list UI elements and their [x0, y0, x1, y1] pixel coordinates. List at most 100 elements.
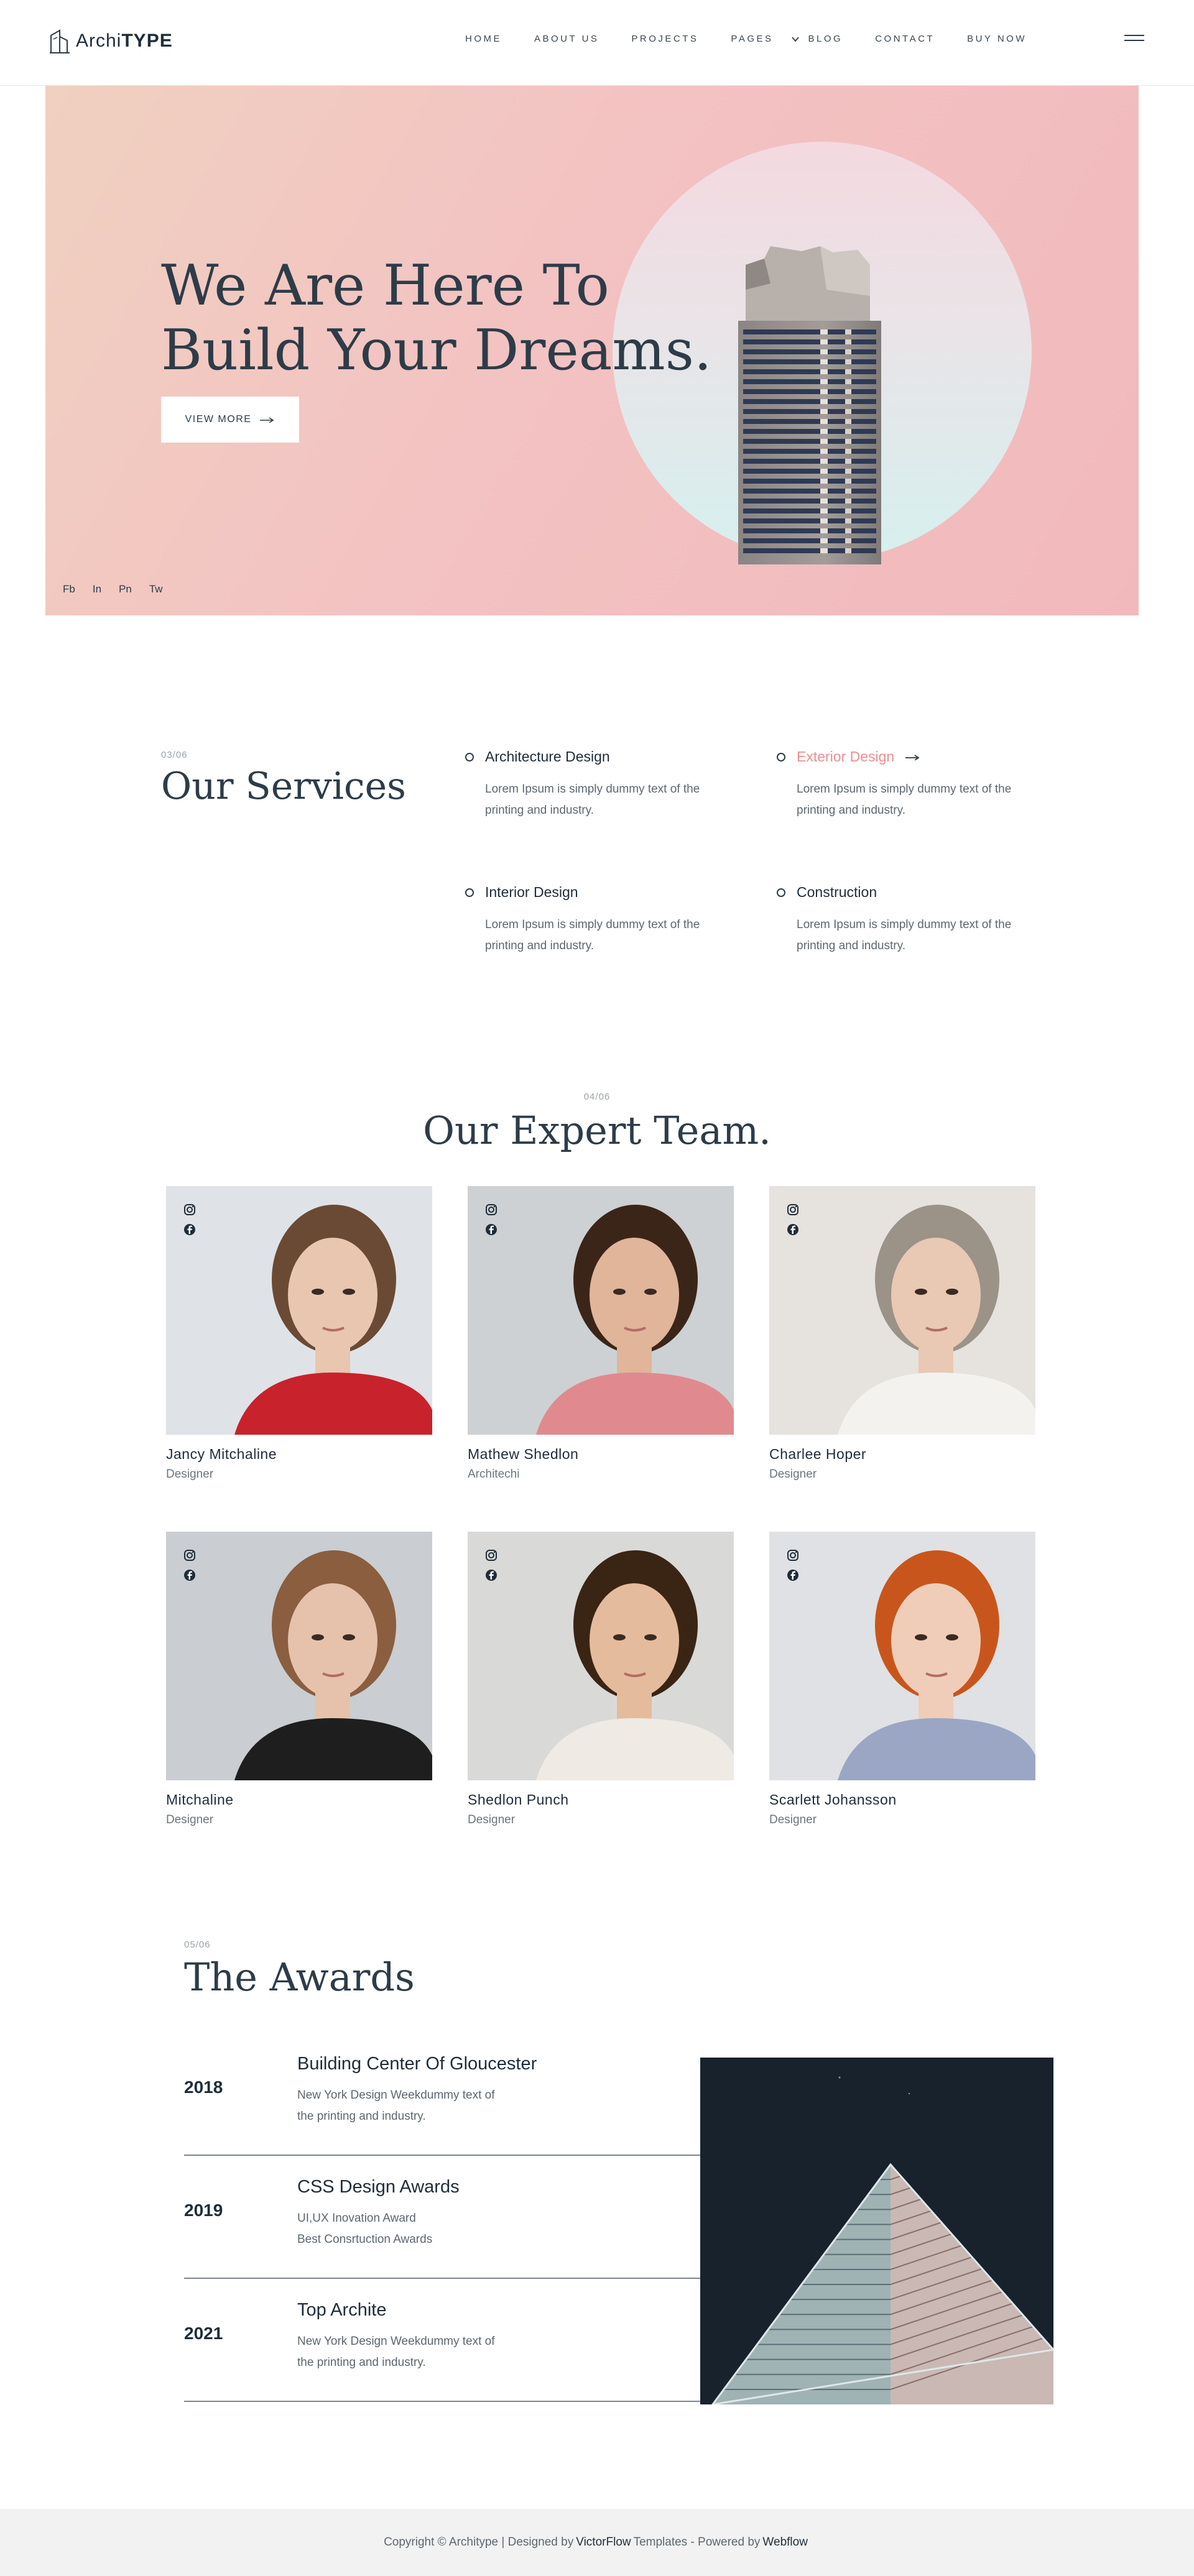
triangle-building-graphic: [711, 2076, 1053, 2404]
member-social-icons: [787, 1203, 799, 1243]
instagram-icon[interactable]: [183, 1549, 196, 1562]
award-row: 2018 Building Center Of Gloucester New Y…: [184, 2033, 700, 2156]
team-member-photo: [166, 1186, 432, 1435]
member-social-icons: [485, 1203, 497, 1243]
award-year: 2021: [184, 2324, 223, 2343]
team-member-role: Architechi: [468, 1468, 520, 1481]
team-member-card[interactable]: Shedlon Punch Designer: [468, 1532, 734, 1827]
social-link-in[interactable]: In: [93, 583, 101, 596]
service-title: Exterior Design: [797, 748, 895, 765]
facebook-icon[interactable]: [485, 1569, 497, 1581]
award-desc-line: New York Design Weekdummy text of: [297, 2089, 495, 2102]
awards-building-image: [700, 2058, 1053, 2404]
team-member-card[interactable]: Mathew Shedlon Architechi: [468, 1186, 734, 1481]
nav-projects[interactable]: PROJECTS: [631, 34, 698, 44]
view-more-label: VIEW MORE: [185, 414, 252, 425]
team-member-card[interactable]: Charlee Hoper Designer: [769, 1186, 1035, 1481]
service-title: Architecture Design: [485, 748, 610, 765]
menu-icon[interactable]: [1124, 35, 1144, 46]
chevron-down-icon: [791, 36, 799, 42]
hero-title: We Are Here To Build Your Dreams.: [161, 254, 721, 383]
logo[interactable]: ArchiTYPE: [49, 27, 173, 55]
team-member-card[interactable]: Mitchaline Designer: [166, 1532, 432, 1827]
team-member-photo: [468, 1532, 734, 1780]
hero-title-line-1: We Are Here To: [161, 253, 609, 318]
team-member-name: Shedlon Punch: [468, 1792, 569, 1808]
service-title: Construction: [797, 884, 877, 900]
logo-building-icon: [50, 29, 70, 53]
footer-copyright: Copyright © Architype | Designed by: [384, 2536, 574, 2549]
services-title: Our Services: [161, 765, 406, 808]
award-description: New York Design Weekdummy text of the pr…: [297, 2085, 495, 2127]
member-social-icons: [485, 1549, 497, 1589]
instagram-icon[interactable]: [183, 1203, 196, 1216]
team-member-photo: [166, 1532, 432, 1780]
award-name: Building Center Of Gloucester: [297, 2054, 537, 2074]
team-member-card[interactable]: Jancy Mitchaline Designer: [166, 1186, 432, 1481]
awards-title: The Awards: [184, 1954, 415, 2000]
team-member-role: Designer: [769, 1468, 817, 1481]
instagram-icon[interactable]: [485, 1203, 497, 1216]
team-member-photo: [468, 1186, 734, 1435]
hero-title-line-2: Build Your Dreams.: [161, 318, 712, 383]
service-item-active[interactable]: Exterior Design Lorem Ipsum is simply du…: [777, 748, 1038, 821]
team-member-role: Designer: [166, 1468, 214, 1481]
hero-section: We Are Here To Build Your Dreams. VIEW M…: [45, 86, 1139, 615]
service-description: Lorem Ipsum is simply dummy text of the …: [485, 918, 700, 952]
hero-building-image: [738, 246, 881, 564]
award-name: CSS Design Awards: [297, 2177, 460, 2197]
instagram-icon[interactable]: [787, 1203, 799, 1216]
facebook-icon[interactable]: [787, 1569, 799, 1581]
nav-pages[interactable]: PAGES: [731, 34, 799, 44]
member-social-icons: [787, 1549, 799, 1589]
nav-blog[interactable]: BLOG: [808, 34, 843, 44]
award-year: 2018: [184, 2077, 223, 2097]
view-more-button[interactable]: VIEW MORE: [161, 397, 299, 443]
circle-bullet-icon: [465, 752, 474, 761]
team-member-name: Jancy Mitchaline: [166, 1446, 277, 1462]
facebook-icon[interactable]: [485, 1223, 497, 1236]
member-social-icons: [183, 1203, 196, 1243]
service-description: Lorem Ipsum is simply dummy text of the …: [485, 783, 700, 817]
arrow-right-icon: [260, 417, 274, 423]
services-section-number: 03/06: [161, 750, 188, 760]
nav-about-us[interactable]: ABOUT US: [534, 34, 599, 44]
facebook-icon[interactable]: [183, 1569, 196, 1581]
instagram-icon[interactable]: [485, 1549, 497, 1562]
member-social-icons: [183, 1549, 196, 1589]
logo-text-light: Archi: [76, 30, 122, 51]
footer-platform-link[interactable]: Webflow: [762, 2536, 808, 2549]
awards-section-number: 05/06: [184, 1939, 211, 1950]
service-description: Lorem Ipsum is simply dummy text of the …: [797, 918, 1012, 952]
team-member-name: Charlee Hoper: [769, 1446, 867, 1462]
service-item[interactable]: Architecture Design Lorem Ipsum is simpl…: [465, 748, 726, 821]
nav-buy-now[interactable]: BUY NOW: [967, 34, 1027, 44]
footer-designer-link[interactable]: VictorFlow: [576, 2536, 631, 2549]
service-item[interactable]: Construction Lorem Ipsum is simply dummy…: [777, 884, 1038, 957]
team-member-name: Scarlett Johansson: [769, 1792, 897, 1808]
main-nav: HOME ABOUT US PROJECTS PAGES BLOG CONTAC…: [465, 34, 1059, 44]
service-description: Lorem Ipsum is simply dummy text of the …: [797, 783, 1012, 817]
nav-home[interactable]: HOME: [465, 34, 502, 44]
facebook-icon[interactable]: [787, 1223, 799, 1236]
award-description: UI,UX Inovation Award Best Consrtuction …: [297, 2208, 432, 2250]
team-member-role: Designer: [769, 1813, 817, 1826]
social-link-fb[interactable]: Fb: [63, 583, 75, 596]
instagram-icon[interactable]: [787, 1549, 799, 1562]
service-title: Interior Design: [485, 884, 578, 900]
team-member-card[interactable]: Scarlett Johansson Designer: [769, 1532, 1035, 1827]
nav-pages-label: PAGES: [731, 34, 774, 44]
award-row: 2019 CSS Design Awards UI,UX Inovation A…: [184, 2156, 700, 2279]
social-link-tw[interactable]: Tw: [149, 583, 163, 596]
facebook-icon[interactable]: [183, 1223, 196, 1236]
team-member-name: Mitchaline: [166, 1792, 234, 1808]
award-desc-line: the printing and industry.: [297, 2356, 426, 2369]
team-title: Our Expert Team.: [423, 1108, 771, 1153]
circle-bullet-icon: [465, 888, 474, 897]
nav-contact[interactable]: CONTACT: [875, 34, 935, 44]
hero-social-links: Fb In Pn Tw: [63, 583, 180, 596]
social-link-pn[interactable]: Pn: [119, 583, 132, 596]
service-item[interactable]: Interior Design Lorem Ipsum is simply du…: [465, 884, 726, 957]
team-member-role: Designer: [468, 1813, 516, 1826]
award-desc-line: New York Design Weekdummy text of: [297, 2335, 495, 2348]
